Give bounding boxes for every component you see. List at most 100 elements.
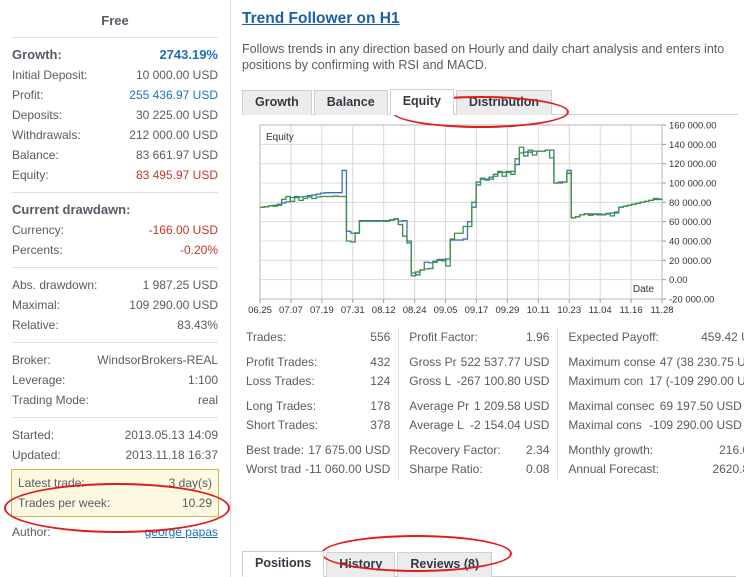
svg-text:11.16: 11.16 <box>620 305 643 316</box>
equity-chart: -20 000.000.0020 000.0040 000.0060 000.0… <box>242 121 734 321</box>
stat-short-trades: Short Trades: 378 <box>246 416 390 435</box>
stat-label: Profit: <box>12 86 43 104</box>
stat-label: Maximum con <box>568 372 643 391</box>
tab-history[interactable]: History <box>326 552 395 577</box>
stat-label: Percents: <box>12 241 63 259</box>
stat-value: real <box>198 391 218 409</box>
stat-label: Expected Payoff: <box>568 328 659 347</box>
stat-value: 3 day(s) <box>169 474 212 492</box>
stat-value: -11 060.00 USD <box>301 460 390 479</box>
stat-label: Average Pr <box>409 397 469 416</box>
stat-value: 2620.80% <box>708 460 744 479</box>
stat-monthly-growth: Monthly growth: 216.00% <box>568 441 744 460</box>
stat-value: 17 675.00 USD <box>304 441 390 460</box>
stat-value: 1.96 <box>522 328 549 347</box>
stat-value: 83 495.97 USD <box>136 166 218 184</box>
svg-text:120 000.00: 120 000.00 <box>669 159 717 170</box>
drawdown-heading: Current drawdawn: <box>12 201 130 219</box>
stat-value: 10 000.00 USD <box>136 66 218 84</box>
stat-worst-trade: Worst trad -11 060.00 USD <box>246 460 390 479</box>
stat-value: 83.43% <box>177 316 218 334</box>
svg-text:08.24: 08.24 <box>403 305 427 316</box>
svg-text:100 000.00: 100 000.00 <box>669 179 717 190</box>
svg-text:07.07: 07.07 <box>279 305 303 316</box>
stat-row-broker: Broker: WindsorBrokers-REAL <box>8 350 222 370</box>
tab-growth[interactable]: Growth <box>242 90 312 115</box>
stat-row-abs-drawdown: Abs. drawdown: 1 987.25 USD <box>8 275 222 295</box>
svg-text:60 000.00: 60 000.00 <box>669 217 711 228</box>
stat-label: Profit Factor: <box>409 328 478 347</box>
stat-value: 2013.05.13 14:09 <box>125 426 218 444</box>
stat-label: Started: <box>12 426 54 444</box>
equity-chart-svg: -20 000.000.0020 000.0040 000.0060 000.0… <box>242 121 734 321</box>
svg-text:09.29: 09.29 <box>495 305 519 316</box>
stat-best-trade: Best trade: 17 675.00 USD <box>246 441 390 460</box>
stat-label: Gross Pr <box>409 353 456 372</box>
stat-trades: Trades: 556 <box>246 328 390 347</box>
stat-label: Maximal: <box>12 296 60 314</box>
stat-row-trading-mode: Trading Mode: real <box>8 390 222 410</box>
stat-label: Leverage: <box>12 371 65 389</box>
tab-positions[interactable]: Positions <box>242 551 324 577</box>
stat-row-initial-deposit: Initial Deposit: 10 000.00 USD <box>8 65 222 85</box>
tab-reviews[interactable]: Reviews (8) <box>397 552 492 577</box>
stat-value: 10.29 <box>182 494 212 512</box>
stat-value: 459.42 USD <box>697 328 744 347</box>
bottom-tabbar: Positions History Reviews (8) <box>242 550 736 577</box>
stat-value: -2 154.04 USD <box>466 416 549 435</box>
stat-label: Trades: <box>246 328 286 347</box>
svg-text:40 000.00: 40 000.00 <box>669 237 711 248</box>
stat-value: -267 100.80 USD <box>453 372 550 391</box>
stat-value: 556 <box>366 328 390 347</box>
stat-label: Equity: <box>12 166 49 184</box>
stat-value: 69 197.50 USD (41) <box>656 397 744 416</box>
svg-text:06.25: 06.25 <box>248 305 272 316</box>
stat-recovery-factor: Recovery Factor: 2.34 <box>409 441 549 460</box>
stat-row-updated: Updated: 2013.11.18 16:37 <box>8 445 222 465</box>
stat-row-leverage: Leverage: 1:100 <box>8 370 222 390</box>
stat-gross-profit: Gross Pr 522 537.77 USD <box>409 353 549 372</box>
svg-text:09.05: 09.05 <box>434 305 458 316</box>
page-title[interactable]: Trend Follower on H1 <box>242 10 400 28</box>
stat-annual-forecast: Annual Forecast: 2620.80% <box>568 460 744 479</box>
svg-text:20 000.00: 20 000.00 <box>669 256 711 267</box>
stat-label: Long Trades: <box>246 397 316 416</box>
stat-value: -109 290.00 USD (17) <box>645 416 744 435</box>
stat-max-consecutive-wins: Maximum conse 47 (38 230.75 USD) <box>568 353 744 372</box>
svg-text:10.11: 10.11 <box>527 305 550 316</box>
statistics-table: Trades: 556 Profit Trades: 432 Loss Trad… <box>242 328 738 479</box>
tab-distribution[interactable]: Distribution <box>456 90 552 115</box>
stat-row-growth: Growth: 2743.19% <box>8 45 222 65</box>
author-label: Author: <box>12 523 51 541</box>
stat-label: Maximal cons <box>568 416 641 435</box>
svg-text:11.04: 11.04 <box>589 305 612 316</box>
stats-column-3: Expected Payoff: 459.42 USD Maximum cons… <box>557 328 744 479</box>
stat-average-profit: Average Pr 1 209.58 USD <box>409 397 549 416</box>
stat-row-trades-per-week: Trades per week: 10.29 <box>12 493 218 513</box>
stat-value: 1 209.58 USD <box>470 397 549 416</box>
chart-tabbar: Growth Balance Equity Distribution <box>242 89 738 115</box>
stat-label: Trading Mode: <box>12 391 89 409</box>
stat-label: Profit Trades: <box>246 353 317 372</box>
stat-label: Best trade: <box>246 441 304 460</box>
stat-max-consecutive-losses: Maximum con 17 (-109 290.00 USD) <box>568 372 744 391</box>
author-link[interactable]: george papas <box>145 523 218 541</box>
broker-group: Broker: WindsorBrokers-REAL Leverage: 1:… <box>8 343 222 417</box>
svg-text:07.31: 07.31 <box>341 305 365 316</box>
stat-label: Broker: <box>12 351 51 369</box>
stat-row-relative: Relative: 83.43% <box>8 315 222 335</box>
tab-balance[interactable]: Balance <box>314 90 388 115</box>
signal-detail-panel: Trend Follower on H1 Follows trends in a… <box>231 0 744 577</box>
stat-row-latest-trade: Latest trade: 3 day(s) <box>12 473 218 493</box>
plan-title: Free <box>8 0 222 37</box>
stat-label: Worst trad <box>246 460 301 479</box>
stat-loss-trades: Loss Trades: 124 <box>246 372 390 391</box>
latest-trade-highlight-box: Latest trade: 3 day(s) Trades per week: … <box>11 469 219 517</box>
stat-label: Average L <box>409 416 464 435</box>
stat-value: 2743.19% <box>159 46 218 64</box>
stat-label: Monthly growth: <box>568 441 653 460</box>
abs-drawdown-group: Abs. drawdown: 1 987.25 USD Maximal: 109… <box>8 268 222 342</box>
tab-equity[interactable]: Equity <box>390 89 454 115</box>
stat-value: 255 436.97 USD <box>129 86 218 104</box>
stat-value: -0.20% <box>180 241 218 259</box>
